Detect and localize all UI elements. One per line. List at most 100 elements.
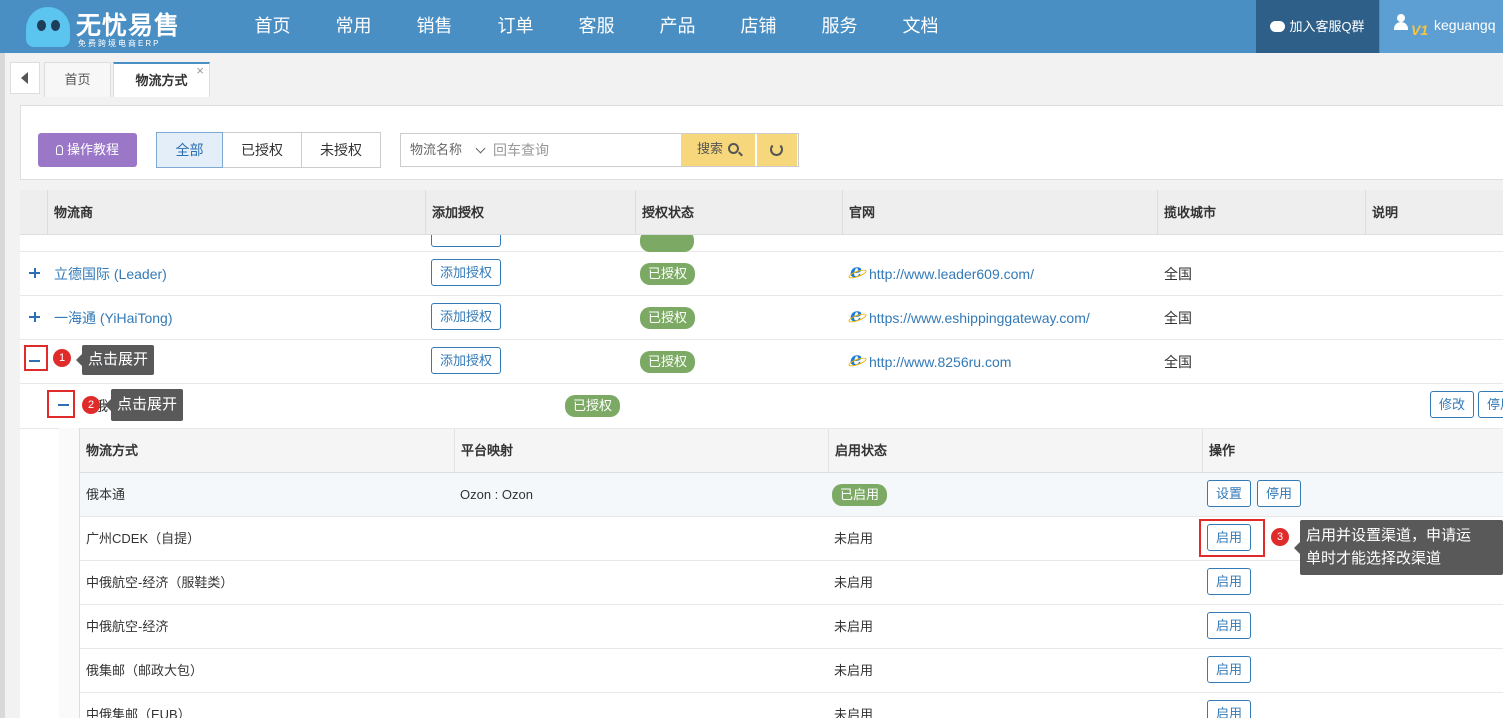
- website-link[interactable]: https://www.eshippinggateway.com/: [869, 296, 1090, 340]
- ie-browser-icon: [849, 304, 865, 326]
- nav-sales[interactable]: 销售: [394, 0, 475, 53]
- nav-products[interactable]: 产品: [637, 0, 718, 53]
- tab-bar: 首页 物流方式 ×: [5, 57, 1503, 97]
- enable-button[interactable]: 启用: [1207, 568, 1252, 595]
- logo-subtitle: 免费跨境电商ERP: [78, 39, 161, 48]
- header-carrier: 物流商: [47, 190, 425, 235]
- tab-logistics-methods[interactable]: 物流方式 ×: [113, 62, 210, 97]
- chat-bubble-icon: [1270, 21, 1286, 32]
- carrier-name[interactable]: 一海通 (YiHaiTong): [54, 296, 173, 340]
- step-number-1: 1: [53, 349, 71, 367]
- user-menu[interactable]: V1 keguangq: [1380, 0, 1503, 53]
- header-enable-status: 启用状态: [828, 429, 1202, 473]
- refresh-icon: [770, 143, 783, 156]
- status-badge: 已授权: [640, 307, 696, 329]
- pickup-city: 全国: [1164, 310, 1192, 326]
- method-name: 中俄集邮（EUB）: [86, 707, 191, 718]
- website-link[interactable]: http://www.leader609.com/: [869, 252, 1034, 296]
- filter-all-button[interactable]: 全部: [156, 132, 223, 168]
- header-pickup-city: 揽收城市: [1157, 190, 1365, 235]
- enable-status: 未启用: [834, 707, 874, 718]
- expand-plus-icon[interactable]: [29, 311, 41, 323]
- qq-group-label: 加入客服Q群: [1289, 19, 1365, 34]
- method-name: 俄集邮（邮政大包）: [86, 663, 204, 678]
- enable-button[interactable]: 启用: [1207, 656, 1252, 683]
- carrier-table: 物流商 添加授权 授权状态 官网 揽收城市 说明 立德国际 (Leader) 添…: [20, 190, 1503, 718]
- tooltip-line-2: 单时才能选择改渠道: [1306, 550, 1442, 567]
- sidebar-edge: [0, 53, 5, 718]
- header-platform-mapping: 平台映射: [454, 429, 828, 473]
- table-row: 一海通 (YiHaiTong) 添加授权 已授权 https://www.esh…: [20, 296, 1503, 340]
- method-row: 中俄集邮（EUB） 未启用 启用: [80, 693, 1503, 718]
- filter-panel: 操作教程 全部 已授权 未授权 物流名称 搜索: [20, 105, 1503, 180]
- main-nav: 首页 常用 销售 订单 客服 产品 店铺 服务 文档: [232, 0, 961, 53]
- nested-indent: [59, 428, 80, 718]
- table-header: 物流商 添加授权 授权状态 官网 揽收城市 说明: [20, 190, 1503, 235]
- enable-status: 未启用: [834, 575, 874, 590]
- platform-mapping: Ozon : Ozon: [460, 487, 533, 502]
- enabled-badge: 已启用: [832, 484, 888, 506]
- method-row: 俄集邮（邮政大包） 未启用 启用: [80, 649, 1503, 693]
- refresh-button[interactable]: [757, 134, 797, 166]
- add-auth-button[interactable]: 添加授权: [431, 303, 502, 330]
- search-icon: [728, 143, 739, 154]
- search-input[interactable]: [493, 135, 676, 165]
- search-button[interactable]: 搜索: [681, 134, 755, 166]
- search-field-label: 物流名称: [410, 142, 463, 157]
- octopus-logo-icon: [26, 7, 70, 47]
- nav-orders[interactable]: 订单: [475, 0, 556, 53]
- header-add-auth: 添加授权: [425, 190, 635, 235]
- step-number-3: 3: [1271, 528, 1289, 546]
- header-actions: 操作: [1202, 429, 1503, 473]
- header-website: 官网: [842, 190, 1157, 235]
- status-badge: 已授权: [640, 263, 696, 285]
- header-auth-status: 授权状态: [635, 190, 842, 235]
- ie-browser-icon: [849, 348, 865, 370]
- tab-scroll-left-icon[interactable]: [10, 62, 40, 94]
- app-logo[interactable]: 无忧易售 免费跨境电商ERP: [26, 4, 216, 50]
- tutorial-button[interactable]: 操作教程: [38, 133, 137, 167]
- pickup-city: 全国: [1164, 354, 1192, 370]
- tab-home[interactable]: 首页: [44, 62, 111, 97]
- sub-table-header: 物流方式 平台映射 启用状态 操作: [80, 429, 1503, 473]
- header-method: 物流方式: [86, 443, 139, 458]
- tooltip-step-2: 点击展开: [104, 389, 184, 421]
- disable-button[interactable]: 停用: [1478, 391, 1503, 418]
- chevron-down-icon: [475, 143, 486, 154]
- disable-button[interactable]: 停用: [1257, 480, 1302, 507]
- tooltip-step-3: 启用并设置渠道，申请运 单时才能选择改渠道: [1294, 520, 1503, 575]
- sub-account-row: 俄 已授权 修改 停用: [20, 384, 1503, 429]
- close-icon[interactable]: ×: [196, 54, 204, 87]
- auth-filter-group: 全部 已授权 未授权: [156, 132, 381, 168]
- method-row: 俄本通 Ozon : Ozon 已启用 设置 停用: [80, 473, 1503, 517]
- search-bar: 物流名称 搜索: [400, 133, 799, 167]
- nav-stores[interactable]: 店铺: [718, 0, 799, 53]
- search-field-select[interactable]: 物流名称: [401, 134, 491, 166]
- edit-button[interactable]: 修改: [1430, 391, 1475, 418]
- status-badge: 已授权: [640, 351, 696, 373]
- table-row: 立德国际 (Leader) 添加授权 已授权 http://www.leader…: [20, 252, 1503, 296]
- user-icon: [1394, 14, 1408, 30]
- nav-customer-service[interactable]: 客服: [556, 0, 637, 53]
- expand-plus-icon[interactable]: [29, 267, 41, 279]
- search-button-label: 搜索: [696, 141, 723, 156]
- enable-button[interactable]: 启用: [1207, 612, 1252, 639]
- add-auth-button[interactable]: 添加授权: [431, 259, 502, 286]
- header-notes: 说明: [1365, 190, 1503, 235]
- nav-common[interactable]: 常用: [313, 0, 394, 53]
- nav-services[interactable]: 服务: [799, 0, 880, 53]
- lightbulb-icon: [55, 145, 63, 155]
- nav-home[interactable]: 首页: [232, 0, 313, 53]
- add-auth-button[interactable]: 添加授权: [431, 347, 502, 374]
- settings-button[interactable]: 设置: [1207, 480, 1252, 507]
- enable-status: 未启用: [834, 663, 874, 678]
- filter-unauthorized-button[interactable]: 未授权: [301, 132, 381, 168]
- nav-docs[interactable]: 文档: [880, 0, 961, 53]
- method-row: 中俄航空-经济 未启用 启用: [80, 605, 1503, 649]
- tooltip-step-1: 点击展开: [75, 345, 155, 375]
- enable-button[interactable]: 启用: [1207, 700, 1252, 718]
- website-link[interactable]: http://www.8256ru.com: [869, 340, 1011, 384]
- filter-authorized-button[interactable]: 已授权: [222, 132, 302, 168]
- carrier-name[interactable]: 立德国际 (Leader): [54, 252, 167, 296]
- join-qq-group-button[interactable]: 加入客服Q群: [1256, 0, 1379, 53]
